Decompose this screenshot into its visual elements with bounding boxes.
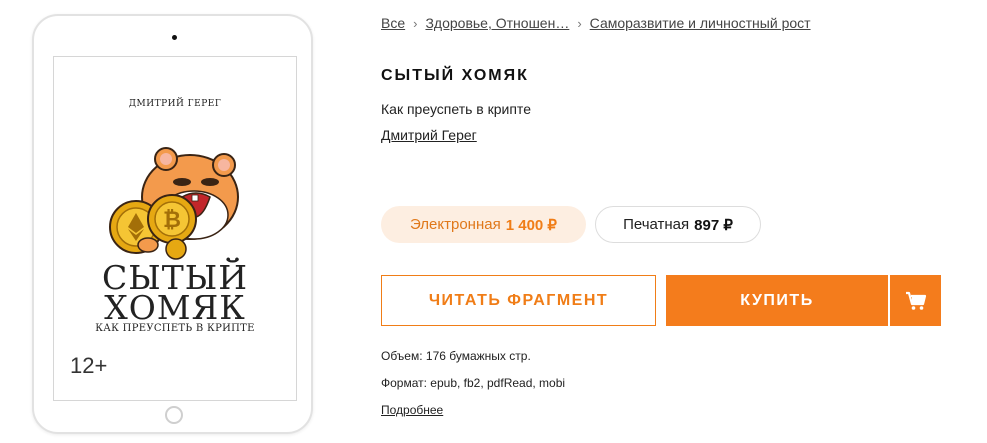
tablet-home-button: [165, 406, 183, 424]
cover-title-line2: ХОМЯК: [104, 288, 246, 327]
author-link[interactable]: Дмитрий Герег: [381, 127, 477, 143]
book-cover-tablet: ДМИТРИЙ ГЕРЕГ ₿ СЫТЫЙ ХОМЯК КАК ПРЕУСПЕТ…: [32, 14, 313, 434]
format-ebook-option[interactable]: Электронная 1 400 ₽: [381, 206, 586, 243]
tablet-camera: [172, 35, 177, 40]
breadcrumb-separator: ›: [577, 15, 582, 31]
format-print-price: 897 ₽: [694, 216, 733, 234]
format-ebook-price: 1 400 ₽: [505, 216, 557, 234]
breadcrumb-separator: ›: [413, 15, 418, 31]
format-print-label: Печатная: [623, 216, 690, 233]
breadcrumb-all[interactable]: Все: [381, 15, 405, 31]
cover-title: СЫТЫЙ ХОМЯК: [54, 261, 296, 327]
book-title: СЫТЫЙ ХОМЯК: [381, 67, 529, 84]
read-fragment-button[interactable]: ЧИТАТЬ ФРАГМЕНТ: [381, 275, 656, 326]
hamster-coins-illustration: ₿: [109, 147, 239, 260]
format-print-option[interactable]: Печатная 897 ₽: [595, 206, 761, 243]
svg-text:₿: ₿: [163, 208, 181, 233]
cover-author: ДМИТРИЙ ГЕРЕГ: [128, 99, 222, 109]
breadcrumb-self-development[interactable]: Саморазвитие и личностный рост: [590, 15, 811, 31]
format-ebook-label: Электронная: [410, 216, 501, 233]
buy-button[interactable]: КУПИТЬ: [666, 275, 888, 326]
breadcrumb-health[interactable]: Здоровье, Отношен…: [425, 15, 569, 31]
cover-subtitle: КАК ПРЕУСПЕТЬ В КРИПТЕ: [95, 323, 255, 334]
book-formats: Формат: epub, fb2, pdfRead, mobi: [381, 376, 566, 390]
breadcrumb: Все › Здоровье, Отношен… › Саморазвитие …: [381, 15, 811, 31]
book-cover[interactable]: ДМИТРИЙ ГЕРЕГ ₿ СЫТЫЙ ХОМЯК КАК ПРЕУСПЕТ…: [53, 56, 297, 401]
age-rating: 12+: [70, 353, 108, 378]
book-subtitle: Как преуспеть в крипте: [381, 101, 531, 117]
add-to-cart-button[interactable]: [890, 275, 941, 326]
cart-icon: [905, 291, 926, 310]
more-details-link[interactable]: Подробнее: [381, 403, 443, 417]
book-volume: Объем: 176 бумажных стр.: [381, 349, 531, 363]
